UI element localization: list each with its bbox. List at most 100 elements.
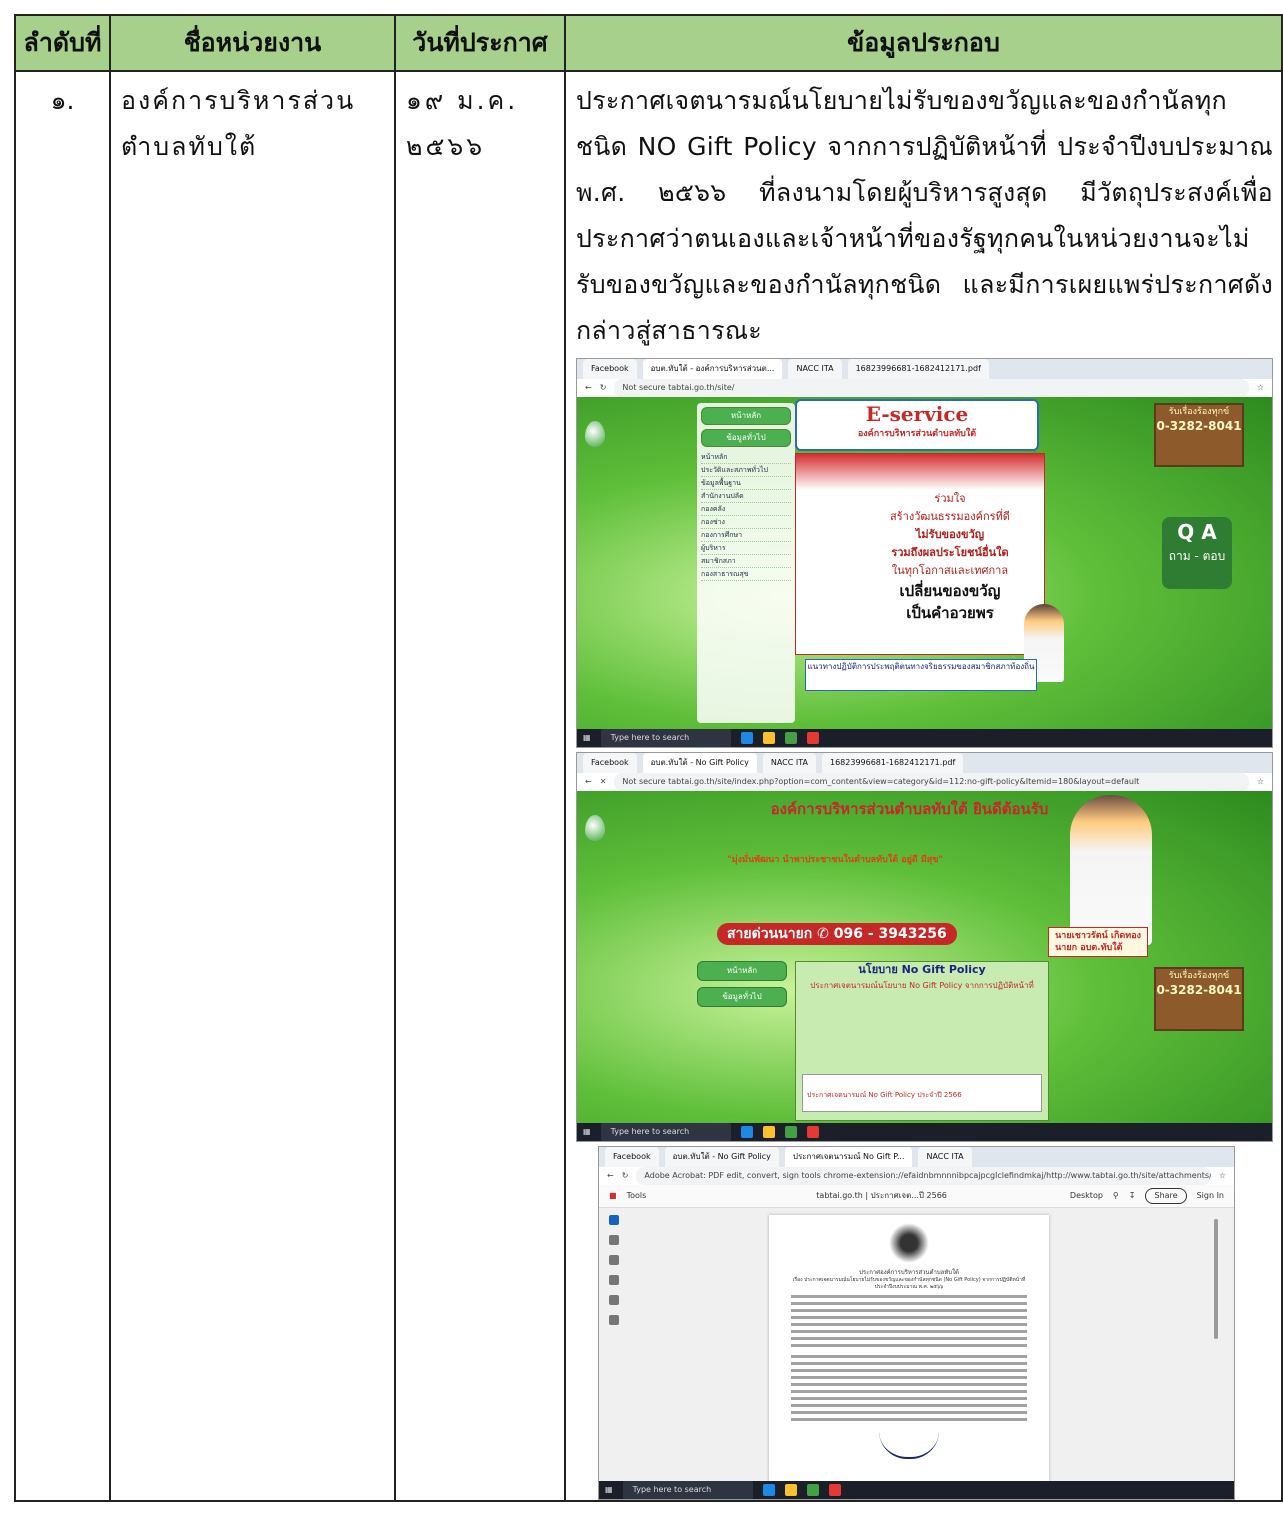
pdf-icon[interactable]	[806, 732, 819, 744]
menu-button[interactable]: ข้อมูลทั่วไป	[697, 987, 787, 1007]
chrome-icon[interactable]	[806, 1484, 819, 1496]
windows-start-icon[interactable]: ▦	[583, 1123, 591, 1141]
menu-button[interactable]: ข้อมูลทั่วไป	[701, 429, 791, 447]
folder-icon[interactable]	[784, 1484, 797, 1496]
reload-icon[interactable]: ↻	[622, 1167, 629, 1185]
download-icon[interactable]: ↧	[1129, 1185, 1136, 1207]
windows-taskbar: ▦ Type here to search	[577, 729, 1272, 747]
menu-button[interactable]: หน้าหลัก	[701, 407, 791, 425]
tools-button[interactable]: Tools	[627, 1185, 647, 1207]
pen-tool-icon[interactable]	[609, 1255, 619, 1265]
menu-item[interactable]: ข้อมูลพื้นฐาน	[701, 477, 791, 490]
table-header-row: ลำดับที่ ชื่อหน่วยงาน วันที่ประกาศ ข้อมู…	[14, 14, 1283, 72]
close-icon[interactable]: ✕	[600, 773, 607, 791]
header-index: ลำดับที่	[14, 14, 111, 72]
menu-item[interactable]: กองคลัง	[701, 503, 791, 516]
windows-start-icon[interactable]: ▦	[605, 1481, 613, 1499]
edge-icon[interactable]	[740, 732, 753, 744]
site-sidebar: หน้าหลัก ข้อมูลทั่วไป	[697, 961, 787, 1013]
taskbar-search[interactable]: Type here to search	[600, 1123, 731, 1141]
browser-tab[interactable]: ประกาศเจตนารมณ์ No Gift P...	[784, 1147, 913, 1167]
windows-taskbar: ▦ Type here to search	[599, 1481, 1234, 1499]
browser-tab[interactable]: Facebook	[583, 359, 637, 379]
menu-button[interactable]: หน้าหลัก	[697, 961, 787, 981]
chrome-icon[interactable]	[784, 1126, 797, 1138]
scrollbar[interactable]	[1214, 1219, 1218, 1339]
share-button[interactable]: Share	[1145, 1188, 1187, 1204]
menu-item[interactable]: ประวัติและสภาพทั่วไป	[701, 464, 791, 477]
browser-tab[interactable]: อบต.ทับใต้ - No Gift Policy	[642, 753, 757, 773]
row-index: ๑.	[14, 70, 111, 1502]
ethics-guideline-link[interactable]: แนวทางปฏิบัติการประพฤติตนทางจริยธรรมของส…	[805, 659, 1037, 691]
browser-tab[interactable]: 16823996681-1682412171.pdf	[847, 359, 989, 379]
browser-tab[interactable]: NACC ITA	[918, 1147, 972, 1167]
sign-in-link[interactable]: Sign In	[1197, 1185, 1224, 1207]
acrobat-icon: ■	[609, 1191, 617, 1200]
taskbar-search[interactable]: Type here to search	[622, 1481, 753, 1499]
sign-tool-icon[interactable]	[609, 1315, 619, 1325]
qa-label: ถาม - ตอบ	[1168, 549, 1226, 563]
url-field[interactable]: Not secure tabtai.go.th/site/	[614, 379, 1249, 397]
back-icon[interactable]: ←	[585, 773, 592, 791]
menu-item[interactable]: กองการศึกษา	[701, 529, 791, 542]
menu-item[interactable]: ผู้บริหาร	[701, 542, 791, 555]
comment-tool-icon[interactable]	[609, 1275, 619, 1285]
star-icon[interactable]: ☆	[1219, 1167, 1226, 1185]
policy-panel: นโยบาย No Gift Policy ประกาศเจตนารมณ์นโย…	[795, 961, 1049, 1121]
star-icon[interactable]: ☆	[1257, 773, 1264, 791]
no-gift-poster: ร่วมใจ สร้างวัฒนธรรมองค์กรที่ดี ไม่รับขอ…	[795, 453, 1064, 682]
star-icon[interactable]: ☆	[1257, 379, 1264, 397]
browser-tab[interactable]: Facebook	[583, 753, 637, 773]
folder-icon[interactable]	[762, 732, 775, 744]
browser-tab[interactable]: Facebook	[605, 1147, 659, 1167]
pdf-icon[interactable]	[828, 1484, 841, 1496]
header-info: ข้อมูลประกอบ	[564, 14, 1283, 72]
folder-icon[interactable]	[762, 1126, 775, 1138]
search-icon[interactable]: ⚲	[1113, 1185, 1119, 1207]
text-tool-icon[interactable]	[609, 1295, 619, 1305]
reload-icon[interactable]: ↻	[600, 379, 607, 397]
url-field[interactable]: Not secure tabtai.go.th/site/index.php?o…	[614, 773, 1249, 791]
edge-icon[interactable]	[740, 1126, 753, 1138]
menu-item[interactable]: หน้าหลัก	[701, 451, 791, 464]
complaint-phone: 0-3282-8041	[1156, 419, 1242, 433]
browser-tab[interactable]: NACC ITA	[762, 753, 816, 773]
browser-tab[interactable]: 16823996681-1682412171.pdf	[822, 753, 964, 773]
menu-item[interactable]: กองสาธารณสุข	[701, 568, 791, 581]
menu-item[interactable]: กองช่าง	[701, 516, 791, 529]
complaint-board[interactable]: รับเรื่องร้องทุกข์ 0-3282-8041	[1154, 403, 1244, 467]
qa-board[interactable]: Q A ถาม - ตอบ	[1162, 517, 1232, 589]
menu-item[interactable]: สำนักงานปลัด	[701, 490, 791, 503]
browser-tab[interactable]: NACC ITA	[788, 359, 842, 379]
site-background: องค์การบริหารส่วนตำบลทับใต้ ยินดีต้อนรับ…	[577, 791, 1272, 1123]
pdf-icon[interactable]	[806, 1126, 819, 1138]
complaint-board[interactable]: รับเรื่องร้องทุกข์ 0-3282-8041	[1154, 967, 1244, 1031]
select-tool-icon[interactable]	[609, 1215, 619, 1225]
url-field[interactable]: Adobe Acrobat: PDF edit, convert, sign t…	[636, 1167, 1211, 1185]
policy-subtitle: ประกาศเจตนารมณ์นโยบาย No Gift Policy จาก…	[810, 981, 1034, 990]
browser-tab[interactable]: อบต.ทับใต้ - องค์การบริหารส่วนต...	[642, 359, 783, 379]
info-table: ลำดับที่ ชื่อหน่วยงาน วันที่ประกาศ ข้อมู…	[14, 14, 1283, 1502]
back-icon[interactable]: ←	[585, 379, 592, 397]
pdf-tool-rail	[609, 1215, 623, 1335]
pdf-subject: เรื่อง ประกาศเจตนารมณ์นโยบายไม่รับของขวั…	[792, 1277, 1026, 1290]
edge-icon[interactable]	[762, 1484, 775, 1496]
row-info-text: ประกาศเจตนารมณ์นโยบายไม่รับของขวัญและของ…	[576, 86, 1273, 345]
taskbar-search[interactable]: Type here to search	[600, 729, 731, 747]
desktop-button[interactable]: Desktop	[1070, 1185, 1103, 1207]
back-icon[interactable]: ←	[607, 1167, 614, 1185]
water-drop-icon	[585, 815, 605, 841]
slogan: "มุ่งมั่นพัฒนา นำพาประชาชนในตำบลทับใต้ อ…	[727, 855, 944, 865]
signature	[879, 1431, 939, 1459]
zoom-tool-icon[interactable]	[609, 1235, 619, 1245]
browser-tabbar: Facebook อบต.ทับใต้ - No Gift Policy ประ…	[599, 1147, 1234, 1167]
browser-tab[interactable]: อบต.ทับใต้ - No Gift Policy	[664, 1147, 779, 1167]
chrome-icon[interactable]	[784, 732, 797, 744]
policy-row[interactable]: ประกาศเจตนารมณ์ No Gift Policy ประจำปี 2…	[807, 1075, 1041, 1101]
windows-start-icon[interactable]: ▦	[583, 729, 591, 747]
poster-line: รวมถึงผลประโยชน์อื่นใด	[891, 546, 1009, 559]
row-agency: องค์การบริหารส่วนตำบลทับใต้	[109, 70, 396, 1502]
eservice-subtitle: องค์การบริหารส่วนตำบลทับใต้	[857, 429, 977, 439]
eservice-banner[interactable]: E-service องค์การบริหารส่วนตำบลทับใต้	[795, 399, 1039, 451]
menu-item[interactable]: สมาชิกสภา	[701, 555, 791, 568]
